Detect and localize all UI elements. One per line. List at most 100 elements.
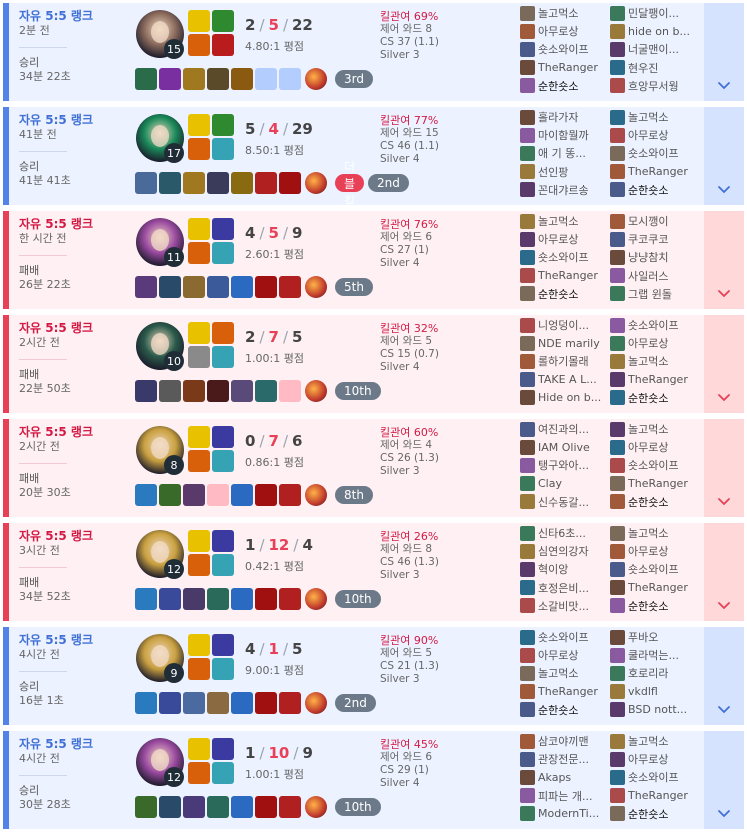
participant[interactable]: 마이함뭘까 (520, 126, 610, 144)
participant-name[interactable]: 숏소와이프 (538, 249, 589, 265)
participant-name[interactable]: ModernTi... (538, 807, 599, 820)
participant[interactable]: 니엉덩이... (520, 316, 610, 334)
participant-name[interactable]: Hide on b... (538, 391, 601, 404)
participant-name[interactable]: 그랩 윈돌 (628, 286, 672, 302)
participant[interactable]: BSD nott... (610, 701, 700, 719)
participant[interactable]: 롤하기몰래 (520, 352, 610, 370)
participant[interactable]: 꼰대갸르송 (520, 181, 610, 199)
participant-name[interactable]: 순한숏소 (538, 78, 578, 94)
participant[interactable]: 놀고먹소 (610, 108, 700, 126)
participant[interactable]: 순한숏소 (520, 77, 610, 95)
expand-details-button[interactable] (704, 315, 744, 413)
participant-name[interactable]: Clay (538, 477, 562, 490)
participant[interactable]: 쿠코쿠코 (610, 230, 700, 248)
participant-name[interactable]: 애 기 똥... (538, 145, 586, 161)
participant[interactable]: 아무로상 (610, 750, 700, 768)
participant-name[interactable]: TheRanger (628, 373, 688, 386)
match-card[interactable]: 자유 5:5 랭크 2분 전 승리 34분 22초 15 2/5/22 4.80… (3, 3, 744, 101)
participant[interactable]: 선인팡 (520, 163, 610, 181)
participant-name[interactable]: 놀고먹소 (628, 733, 668, 749)
participant[interactable]: 쿨라먹는... (610, 646, 700, 664)
participant[interactable]: 심연의강자 (520, 542, 610, 560)
participant[interactable]: 현우진 (610, 59, 700, 77)
participant[interactable]: vkdlfl (610, 683, 700, 701)
participant[interactable]: 아무로상 (520, 230, 610, 248)
participant-name[interactable]: 모시깽이 (628, 213, 668, 229)
participant-name[interactable]: vkdlfl (628, 685, 658, 698)
expand-details-button[interactable] (704, 107, 744, 205)
participant[interactable]: 탱구와아... (520, 456, 610, 474)
participant-name[interactable]: 숏소와이프 (628, 561, 679, 577)
participant-name[interactable]: 마이함뭘까 (538, 127, 589, 143)
participant-name[interactable]: 놀고먹소 (628, 353, 668, 369)
participant-name[interactable]: 순한숏소 (628, 806, 668, 822)
participant-name[interactable]: 호정은비... (538, 580, 589, 596)
participant[interactable]: 아무로상 (610, 126, 700, 144)
participant-name[interactable]: 순한숏소 (538, 702, 578, 718)
participant[interactable]: 숏소와이프 (520, 248, 610, 266)
participant[interactable]: 순한숏소 (520, 285, 610, 303)
participant-name[interactable]: 너굴맨이... (628, 41, 679, 57)
participant-name[interactable]: 꼰대갸르송 (538, 182, 589, 198)
participant-name[interactable]: 호로리라 (628, 665, 668, 681)
expand-details-button[interactable] (704, 627, 744, 725)
participant-name[interactable]: 놀고먹소 (538, 5, 578, 21)
participant-name[interactable]: 순한숏소 (628, 494, 668, 510)
participant-name[interactable]: 사일러스 (628, 268, 668, 284)
participant-name[interactable]: 홀라가자 (538, 109, 578, 125)
participant-name[interactable]: 피파는 개... (538, 788, 592, 804)
participant-name[interactable]: 숏소와이프 (538, 629, 589, 645)
participant[interactable]: 순한숏소 (610, 389, 700, 407)
participant-name[interactable]: 아무로상 (628, 335, 668, 351)
participant[interactable]: TAKE A L... (520, 371, 610, 389)
participant[interactable]: 호로리라 (610, 664, 700, 682)
participant-name[interactable]: TAKE A L... (538, 373, 597, 386)
participant[interactable]: 순한숏소 (610, 493, 700, 511)
participant[interactable]: 관장전문... (520, 750, 610, 768)
participant[interactable]: 신수동갈... (520, 493, 610, 511)
participant[interactable]: ModernTi... (520, 805, 610, 823)
participant[interactable]: 민달팽이... (610, 4, 700, 22)
participant[interactable]: TheRanger (520, 59, 610, 77)
participant-name[interactable]: 숏소와이프 (538, 41, 589, 57)
participant[interactable]: 아무로상 (520, 646, 610, 664)
participant-name[interactable]: TheRanger (538, 685, 598, 698)
participant-name[interactable]: 소갈비맛... (538, 598, 589, 614)
participant[interactable]: 놀고먹소 (520, 4, 610, 22)
participant-name[interactable]: TheRanger (538, 269, 598, 282)
participant[interactable]: 그랩 윈돌 (610, 285, 700, 303)
participant-name[interactable]: 현우진 (628, 60, 658, 76)
participant[interactable]: 숏소와이프 (610, 144, 700, 162)
match-card[interactable]: 자유 5:5 랭크 3시간 전 패배 34분 52초 12 1/12/4 0.4… (3, 523, 744, 621)
participant-name[interactable]: 아무로상 (628, 751, 668, 767)
participant[interactable]: 놀고먹소 (610, 420, 700, 438)
participant-name[interactable]: 여진과의... (538, 421, 589, 437)
participant-name[interactable]: 놀고먹소 (628, 525, 668, 541)
expand-details-button[interactable] (704, 731, 744, 829)
participant-name[interactable]: 아무로상 (628, 439, 668, 455)
participant[interactable]: 삼코야끼맨 (520, 732, 610, 750)
participant[interactable]: 순한숏소 (520, 701, 610, 719)
participant-name[interactable]: 롤하기몰래 (538, 353, 589, 369)
participant[interactable]: 흐앙무서웡 (610, 77, 700, 95)
participant-name[interactable]: 관장전문... (538, 751, 589, 767)
participant-name[interactable]: TheRanger (538, 61, 598, 74)
participant-name[interactable]: 놀고먹소 (538, 665, 578, 681)
expand-details-button[interactable] (704, 523, 744, 621)
participant[interactable]: TheRanger (520, 683, 610, 701)
participant-name[interactable]: 아무로상 (538, 23, 578, 39)
participant[interactable]: TheRanger (610, 787, 700, 805)
match-card[interactable]: 자유 5:5 랭크 4시간 전 승리 16분 1초 9 4/1/5 9.00:1… (3, 627, 744, 725)
participant[interactable]: 사일러스 (610, 267, 700, 285)
participant-name[interactable]: TheRanger (628, 477, 688, 490)
participant-name[interactable]: 순한숏소 (628, 390, 668, 406)
match-card[interactable]: 자유 5:5 랭크 4시간 전 승리 30분 28초 12 1/10/9 1.0… (3, 731, 744, 829)
participant[interactable]: 놀고먹소 (520, 212, 610, 230)
participant[interactable]: 아무로상 (610, 334, 700, 352)
participant[interactable]: 숏소와이프 (610, 456, 700, 474)
match-card[interactable]: 자유 5:5 랭크 2시간 전 패배 20분 30초 8 0/7/6 0.86:… (3, 419, 744, 517)
participant-name[interactable]: 아무로상 (628, 127, 668, 143)
participant-name[interactable]: TheRanger (628, 789, 688, 802)
participant-name[interactable]: NDE marily (538, 337, 600, 350)
expand-details-button[interactable] (704, 3, 744, 101)
